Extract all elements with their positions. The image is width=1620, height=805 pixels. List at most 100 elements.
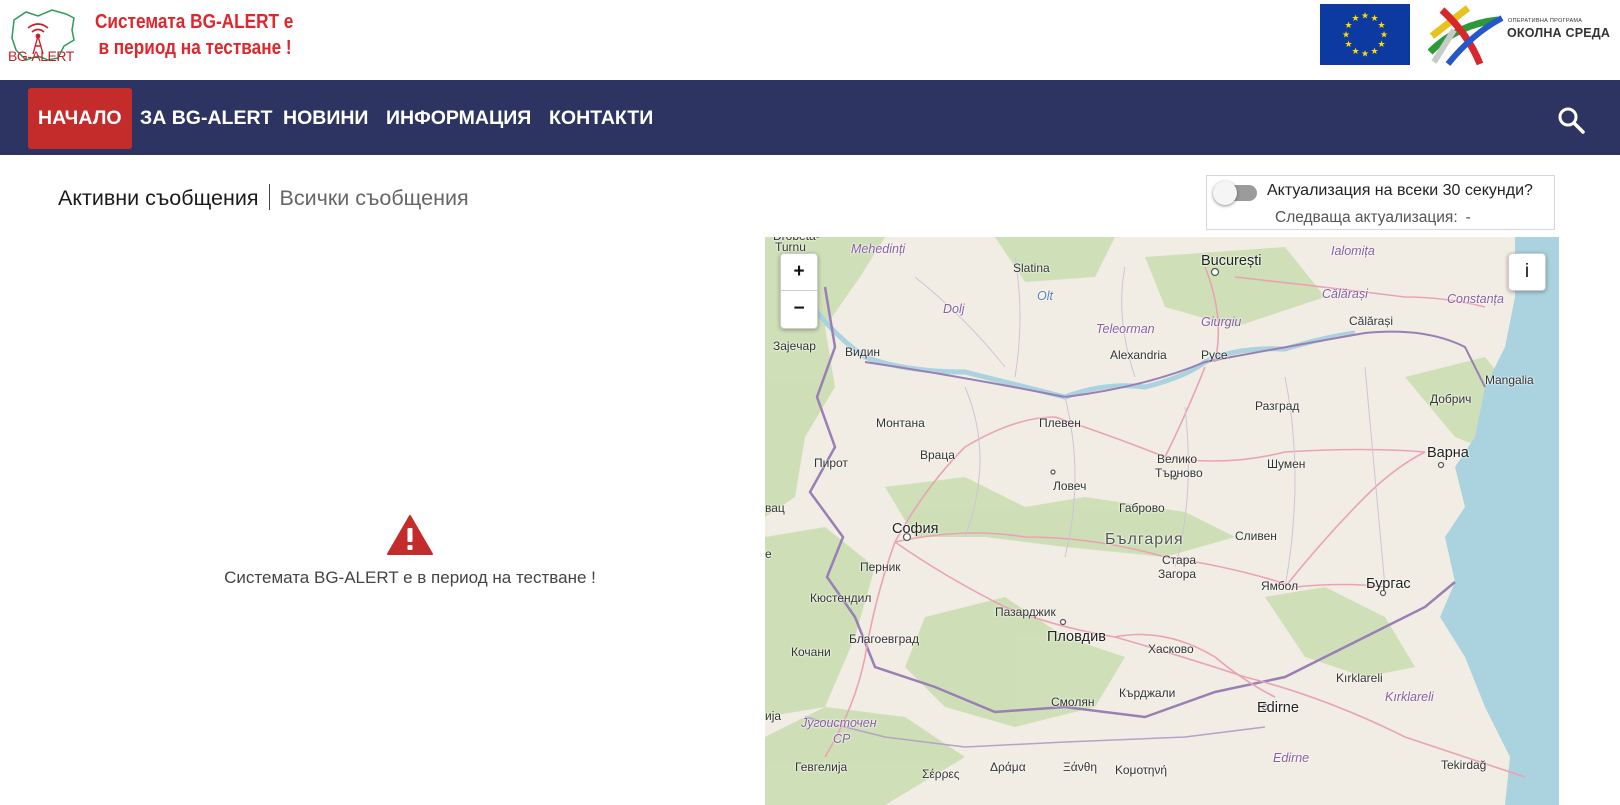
map-label: Kırklareli (1385, 690, 1434, 704)
map-label: Търново (1155, 466, 1203, 480)
zoom-out-button[interactable]: − (781, 291, 817, 327)
auto-refresh-panel: Актуализация на всеки 30 секунди? Следва… (1206, 175, 1555, 230)
nav-information[interactable]: ИНФОРМАЦИЯ (386, 88, 531, 149)
map-label: София (892, 521, 939, 537)
map-label: Călărași (1322, 287, 1368, 301)
eu-star: ★ (1361, 11, 1369, 21)
map-label: Бургас (1366, 576, 1411, 592)
map-label: Загора (1158, 567, 1197, 581)
map-label: Гевгелија (795, 760, 848, 774)
eu-flag-icon: ★ ★★★★★★★★★★★ (1320, 4, 1410, 65)
map-label: Смолян (1051, 695, 1095, 709)
map-label: Велико (1157, 452, 1198, 466)
map-label: Ξάνθη (1063, 760, 1098, 774)
banner-line-2: в период на тестване ! (98, 37, 292, 59)
tab-all-messages[interactable]: Всички съобщения (280, 186, 469, 210)
map-label: Mehedinți (851, 242, 906, 256)
map-label: Κομοτηνή (1115, 763, 1168, 777)
eu-star: ★ (1351, 13, 1359, 23)
nav-news[interactable]: НОВИНИ (283, 88, 368, 149)
toggle-knob (1213, 181, 1237, 205)
map-label: Turnu (775, 240, 806, 254)
map-label: Видин (845, 345, 881, 359)
map-label: Габрово (1119, 501, 1165, 515)
nav-contacts[interactable]: КОНТАКТИ (549, 88, 653, 149)
tab-active-messages[interactable]: Активни съобщения (58, 186, 259, 210)
logo-text: BG-ALERT (8, 48, 74, 64)
next-refresh-label: Следваща актуализация: (1275, 209, 1458, 226)
op-program-name: ОКОЛНА СРЕДА (1507, 26, 1611, 40)
map-label: Враца (920, 448, 955, 462)
map-base-layer (765, 237, 1559, 805)
map-label: Плевен (1039, 416, 1081, 430)
map-label: България (1105, 531, 1184, 548)
map-label: Edirne (1257, 700, 1299, 716)
zoom-control: + − (780, 253, 818, 329)
search-icon[interactable] (1556, 105, 1586, 135)
map-label: Tekirdağ (1441, 758, 1487, 772)
map-label: Пловдив (1047, 629, 1106, 645)
map-label: Хасково (1148, 642, 1194, 656)
map-label: Ialomița (1331, 244, 1375, 258)
map-label: ија (765, 709, 782, 723)
map-label: Ямбол (1261, 579, 1299, 593)
map-label: Dolj (943, 302, 965, 316)
message-tabs: Активни съобщения Всички съобщения (58, 184, 469, 211)
map-label: Teleorman (1096, 322, 1155, 336)
map-label: Варна (1427, 445, 1469, 461)
zoom-in-button[interactable]: + (781, 254, 817, 291)
map-label: București (1201, 253, 1262, 269)
map-label: Olt (1037, 289, 1053, 303)
eu-star: ★ (1361, 49, 1369, 59)
map-label: Русе (1201, 348, 1228, 362)
map-label: Kırklareli (1336, 671, 1383, 685)
map-label: Δράμα (990, 760, 1026, 774)
next-refresh-value: - (1465, 209, 1471, 226)
nav-about[interactable]: ЗА BG-ALERT (140, 88, 272, 149)
map-label: Стара (1162, 553, 1197, 567)
map-label: СР (833, 732, 851, 746)
map-label: Шумен (1267, 457, 1306, 471)
map-label: Кюстендил (810, 591, 872, 605)
map-label: Mangalia (1485, 373, 1534, 387)
banner-line-1: Системата BG-ALERT е (95, 11, 294, 33)
eu-star: ★ (1344, 39, 1352, 49)
map-label: Кочани (791, 645, 831, 659)
eu-star: ★ (1380, 30, 1388, 40)
map-label: Ловеч (1053, 479, 1087, 493)
warning-icon (387, 515, 433, 555)
auto-refresh-toggle[interactable] (1213, 181, 1257, 205)
map-label: Пирот (814, 456, 848, 470)
testing-notice: Системата BG-ALERT е в период на тестван… (224, 568, 596, 587)
testing-banner: Системата BG-ALERT е в период на тестван… (95, 9, 293, 61)
eu-star: ★ (1351, 46, 1359, 56)
map-label: Edirne (1273, 751, 1310, 765)
map-label: Благоевград (849, 632, 919, 646)
map-label: Монтана (876, 416, 925, 430)
map-label: Giurgiu (1201, 315, 1242, 329)
map-label: Slatina (1013, 261, 1050, 275)
alert-map[interactable]: Drobeta-TurnuMehedințiSlatinaBucureștiIa… (765, 237, 1559, 805)
map-label: Добрич (1430, 392, 1472, 406)
map-label: Călărași (1349, 314, 1394, 328)
map-label: Зajeчар (773, 339, 816, 353)
eu-star: ★ (1377, 39, 1385, 49)
map-label: Перник (860, 560, 901, 574)
next-refresh-info: Следваща актуализация: - (1275, 209, 1471, 227)
map-label: Alexandria (1110, 348, 1167, 362)
map-label: е (765, 547, 772, 561)
map-label: Југоисточен (801, 716, 877, 730)
map-label: Кърджали (1119, 686, 1176, 700)
map-label: Сливен (1235, 529, 1277, 543)
eu-star: ★ (1377, 20, 1385, 30)
map-label: Constanța (1447, 292, 1504, 306)
map-label: Разград (1255, 399, 1300, 413)
site-header: BG-ALERT Системата BG-ALERT е в период н… (0, 0, 1620, 80)
auto-refresh-label: Актуализация на всеки 30 секунди? (1267, 182, 1533, 199)
eu-star: ★ (1370, 46, 1378, 56)
nav-home[interactable]: НАЧАЛО (28, 88, 132, 149)
map-label: Σέρρες (922, 767, 960, 781)
map-info-button[interactable]: i (1508, 253, 1546, 291)
op-program-small-text: ОПЕРАТИВНА ПРОГРАМА (1508, 18, 1583, 24)
map-label: Пазарджик (995, 605, 1056, 619)
